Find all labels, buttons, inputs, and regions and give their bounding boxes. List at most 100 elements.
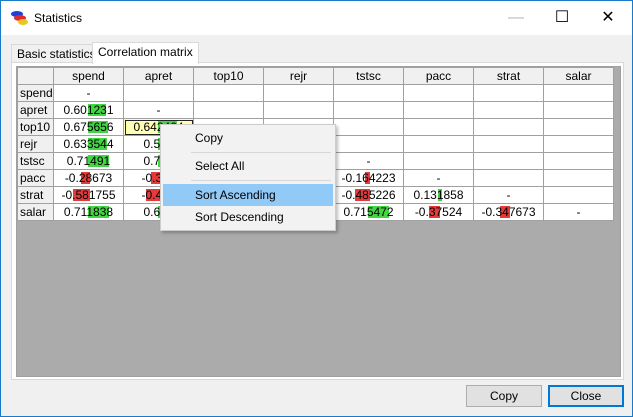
menu-item-copy[interactable]: Copy <box>163 127 333 149</box>
title-bar: Statistics — ☐ ✕ <box>1 1 632 35</box>
row-header-pacc[interactable]: pacc <box>17 169 54 187</box>
matrix-cell[interactable]: 0.633544 <box>53 135 124 153</box>
column-header-rejr[interactable]: rejr <box>263 67 334 85</box>
app-icon <box>11 10 28 26</box>
matrix-cell[interactable] <box>473 152 544 170</box>
cell-value: -0.581755 <box>61 188 116 202</box>
cell-value: 0.675656 <box>63 120 114 134</box>
menu-item-select-all[interactable]: Select All <box>163 155 333 177</box>
matrix-cell[interactable] <box>543 169 614 187</box>
row-header-apret[interactable]: apret <box>17 101 54 119</box>
matrix-cell[interactable] <box>403 84 474 102</box>
matrix-cell[interactable] <box>543 135 614 153</box>
column-header-spend[interactable]: spend <box>53 67 124 85</box>
matrix-cell[interactable] <box>543 101 614 119</box>
matrix-cell[interactable] <box>543 118 614 136</box>
matrix-cell[interactable]: 0.601231 <box>53 101 124 119</box>
context-menu: Copy Select All Sort Ascending Sort Desc… <box>160 124 336 231</box>
matrix-cell[interactable] <box>543 186 614 204</box>
matrix-cell[interactable] <box>333 84 404 102</box>
cell-value: - <box>366 154 371 168</box>
matrix-cell[interactable]: - <box>473 186 544 204</box>
matrix-cell[interactable] <box>333 101 404 119</box>
matrix-cell[interactable]: 0.675656 <box>53 118 124 136</box>
cell-value: 0.715472 <box>343 205 394 219</box>
cell-value: - <box>86 86 91 100</box>
matrix-cell[interactable] <box>473 101 544 119</box>
cell-value: 0.711838 <box>63 205 114 219</box>
column-header-top10[interactable]: top10 <box>193 67 264 85</box>
corner-cell <box>17 67 54 85</box>
matrix-cell[interactable] <box>473 169 544 187</box>
matrix-cell[interactable]: -0.37524 <box>403 203 474 221</box>
menu-item-sort-descending[interactable]: Sort Descending <box>163 206 333 228</box>
cell-value: - <box>506 188 511 202</box>
matrix-cell[interactable]: -0.28673 <box>53 169 124 187</box>
column-header-strat[interactable]: strat <box>473 67 544 85</box>
matrix-cell[interactable] <box>403 135 474 153</box>
matrix-cell[interactable] <box>473 118 544 136</box>
row-header-salar[interactable]: salar <box>17 203 54 221</box>
matrix-cell[interactable] <box>333 135 404 153</box>
matrix-cell[interactable]: - <box>403 169 474 187</box>
menu-separator <box>191 180 331 181</box>
row-header-rejr[interactable]: rejr <box>17 135 54 153</box>
matrix-cell[interactable] <box>473 84 544 102</box>
matrix-cell[interactable]: -0.347673 <box>473 203 544 221</box>
matrix-cell[interactable]: -0.164223 <box>333 169 404 187</box>
header-row: spend apret top10 rejr tstsc pacc strat salar <box>17 67 614 85</box>
cell-value: 0.71491 <box>66 154 111 168</box>
minimize-icon[interactable]: — <box>493 1 539 35</box>
column-header-apret[interactable]: apret <box>123 67 194 85</box>
matrix-cell[interactable] <box>473 135 544 153</box>
column-header-pacc[interactable]: pacc <box>403 67 474 85</box>
row-header-tstsc[interactable]: tstsc <box>17 152 54 170</box>
matrix-cell[interactable]: - <box>123 101 194 119</box>
matrix-cell[interactable]: -0.485226 <box>333 186 404 204</box>
close-icon[interactable]: ✕ <box>585 1 631 35</box>
cell-value: - <box>156 103 161 117</box>
matrix-cell[interactable] <box>403 101 474 119</box>
window-title: Statistics <box>34 11 83 25</box>
matrix-cell[interactable]: 0.71491 <box>53 152 124 170</box>
matrix-cell[interactable]: 0.711838 <box>53 203 124 221</box>
matrix-cell[interactable] <box>193 101 264 119</box>
copy-button[interactable]: Copy <box>466 385 542 407</box>
close-button[interactable]: Close <box>548 385 624 407</box>
tab-correlation-matrix[interactable]: Correlation matrix <box>92 42 199 64</box>
table-row: apret 0.601231 - <box>17 101 614 119</box>
matrix-cell[interactable] <box>333 118 404 136</box>
menu-separator <box>191 152 331 153</box>
cell-value: - <box>436 171 441 185</box>
cell-value: -0.347673 <box>481 205 536 219</box>
row-header-top10[interactable]: top10 <box>17 118 54 136</box>
matrix-cell[interactable] <box>403 118 474 136</box>
tab-basic-statistics[interactable]: Basic statistics <box>11 44 102 63</box>
cell-value: -0.164223 <box>341 171 396 185</box>
statistics-window: Statistics — ☐ ✕ Basic statistics Correl… <box>0 0 633 417</box>
matrix-cell[interactable]: 0.131858 <box>403 186 474 204</box>
cell-value: 0.601231 <box>63 103 114 117</box>
matrix-cell[interactable]: - <box>543 203 614 221</box>
row-header-strat[interactable]: strat <box>17 186 54 204</box>
matrix-cell[interactable]: - <box>333 152 404 170</box>
cell-value: -0.485226 <box>341 188 396 202</box>
matrix-cell[interactable] <box>543 152 614 170</box>
cell-value: - <box>576 205 581 219</box>
matrix-cell[interactable] <box>263 101 334 119</box>
menu-item-sort-ascending[interactable]: Sort Ascending <box>163 184 333 206</box>
column-header-salar[interactable]: salar <box>543 67 614 85</box>
matrix-cell[interactable] <box>403 152 474 170</box>
maximize-icon[interactable]: ☐ <box>539 1 585 35</box>
matrix-cell[interactable]: 0.715472 <box>333 203 404 221</box>
table-row: spend - <box>17 84 614 102</box>
matrix-cell[interactable]: - <box>53 84 124 102</box>
matrix-cell[interactable] <box>123 84 194 102</box>
row-header-spend[interactable]: spend <box>17 84 54 102</box>
matrix-cell[interactable]: -0.581755 <box>53 186 124 204</box>
cell-value: -0.37524 <box>414 205 463 219</box>
matrix-cell[interactable] <box>193 84 264 102</box>
matrix-cell[interactable] <box>543 84 614 102</box>
column-header-tstsc[interactable]: tstsc <box>333 67 404 85</box>
matrix-cell[interactable] <box>263 84 334 102</box>
